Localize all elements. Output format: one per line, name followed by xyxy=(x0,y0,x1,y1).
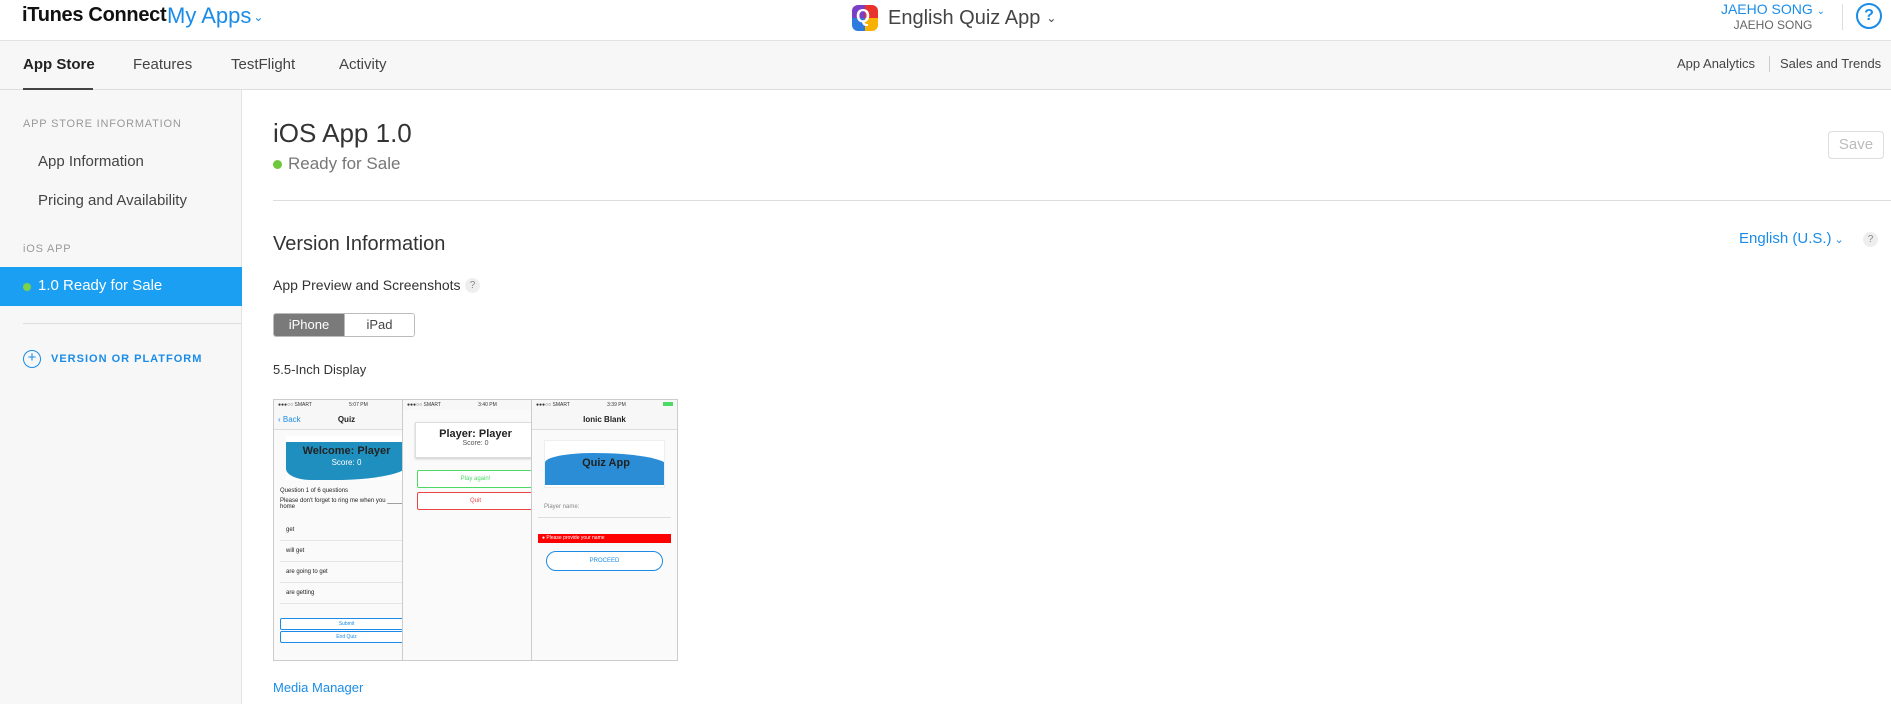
top-bar: iTunes Connect My Apps⌄ English Quiz App… xyxy=(0,0,1891,40)
screenshot-score[interactable]: ●●●○○ SMART 3:40 PM Player: Player Score… xyxy=(402,399,549,661)
sidebar-item-version[interactable]: 1.0 Ready for Sale xyxy=(0,267,242,306)
add-version-button[interactable]: + VERSION OR PLATFORM xyxy=(23,350,202,368)
my-apps-label: My Apps xyxy=(167,3,252,28)
tab-features[interactable]: Features xyxy=(133,56,192,73)
tab-testflight[interactable]: TestFlight xyxy=(231,56,295,73)
nav-bar: Ionic Blank xyxy=(532,410,677,430)
nav-bar: ‹ Back Quiz xyxy=(274,410,419,430)
help-icon[interactable]: ? xyxy=(1863,232,1878,247)
chevron-down-icon: ⌄ xyxy=(1046,11,1057,25)
app-name: English Quiz App xyxy=(888,6,1041,29)
media-manager-link[interactable]: Media Manager xyxy=(273,680,363,695)
status-badge: Ready for Sale xyxy=(273,154,400,174)
add-version-label: VERSION OR PLATFORM xyxy=(51,353,203,365)
sidebar: APP STORE INFORMATION App Information Pr… xyxy=(0,90,242,704)
user-menu[interactable]: JAEHO SONG ⌄ JAEHO SONG xyxy=(1718,1,1828,32)
player-card: Player: Player Score: 0 xyxy=(415,422,536,458)
score-text: Score: 0 xyxy=(462,440,489,447)
device-toggle: iPhone iPad xyxy=(273,313,415,337)
logo-text: Quiz App xyxy=(582,457,630,469)
sales-and-trends-link[interactable]: Sales and Trends xyxy=(1780,56,1881,71)
carrier: ●●●○○ SMART xyxy=(278,402,312,408)
status-bar: ●●●○○ SMART 3:40 PM xyxy=(403,400,548,410)
status-bar: ●●●○○ SMART 5:07 PM xyxy=(274,400,419,410)
score-text: Score: 0 xyxy=(331,458,362,467)
tab-activity[interactable]: Activity xyxy=(339,56,387,73)
battery-icon xyxy=(663,402,673,406)
status-text: Ready for Sale xyxy=(288,154,401,173)
screenshot-start[interactable]: ●●●○○ SMART 3:39 PM Ionic Blank Quiz App… xyxy=(531,399,678,661)
app-icon xyxy=(852,5,878,31)
error-message: ● Please provide your name xyxy=(538,534,671,543)
divider xyxy=(1769,56,1770,72)
question-text: Please don't forget to ring me when you … xyxy=(280,498,404,510)
sidebar-item-label: 1.0 Ready for Sale xyxy=(38,277,163,294)
sidebar-section-app-store-info: APP STORE INFORMATION xyxy=(23,118,182,130)
brand-title[interactable]: iTunes Connect xyxy=(22,4,167,27)
section-title: Version Information xyxy=(273,233,446,255)
language-label: English (U.S.) xyxy=(1739,230,1832,247)
chevron-down-icon: ⌄ xyxy=(1816,6,1826,17)
app-analytics-link[interactable]: App Analytics xyxy=(1677,56,1755,71)
time: 5:07 PM xyxy=(349,402,368,408)
user-name: JAEHO SONG xyxy=(1720,1,1813,17)
status-bar: ●●●○○ SMART 3:39 PM xyxy=(532,400,677,410)
answer-option: get xyxy=(280,520,413,541)
player-text: Player: Player xyxy=(439,428,512,440)
end-quiz-button: End Quiz xyxy=(280,631,413,643)
nav-title: Quiz xyxy=(337,415,356,424)
sidebar-section-ios-app: iOS APP xyxy=(23,243,72,255)
proceed-button: PROCEED xyxy=(546,551,663,571)
player-name-field: Player name: xyxy=(538,504,671,518)
my-apps-menu[interactable]: My Apps ⌄ xyxy=(167,3,263,29)
back-link: ‹ Back xyxy=(278,415,301,424)
page-title: iOS App 1.0 xyxy=(273,118,412,148)
display-size-label: 5.5-Inch Display xyxy=(273,362,367,377)
plus-circle-icon: + xyxy=(23,350,41,368)
chevron-down-icon: ⌄ xyxy=(253,10,264,25)
preview-title: App Preview and Screenshots xyxy=(273,277,461,293)
screenshot-quiz[interactable]: ●●●○○ SMART 5:07 PM ‹ Back Quiz Welcome:… xyxy=(273,399,420,661)
question-number: Question 1 of 6 questions xyxy=(280,488,349,494)
user-team: JAEHO SONG xyxy=(1733,18,1813,32)
submit-button: Submit xyxy=(280,618,413,630)
status-dot xyxy=(23,283,31,291)
app-switcher[interactable]: English Quiz App ⌄ xyxy=(852,4,1056,32)
chevron-down-icon: ⌄ xyxy=(1834,234,1844,246)
time: 3:39 PM xyxy=(607,402,626,408)
language-selector[interactable]: English (U.S.) ⌄ xyxy=(1739,230,1844,247)
main-content: iOS App 1.0 Ready for Sale Save Version … xyxy=(243,90,1891,704)
carrier: ●●●○○ SMART xyxy=(536,402,570,408)
answer-option: are going to get xyxy=(280,562,413,583)
answer-option: are getting xyxy=(280,583,413,604)
quiz-app-logo: Quiz App xyxy=(544,440,665,488)
divider xyxy=(1842,4,1843,30)
welcome-text: Welcome: Player xyxy=(302,445,391,457)
help-icon[interactable]: ? xyxy=(1856,3,1882,29)
save-button[interactable]: Save xyxy=(1828,131,1884,159)
welcome-banner: Welcome: Player Score: 0 xyxy=(285,436,408,480)
tab-bar: App Store Features TestFlight Activity A… xyxy=(0,40,1891,90)
tab-app-store[interactable]: App Store xyxy=(23,56,95,73)
answer-option: will get xyxy=(280,541,413,562)
play-again-button: Play again! xyxy=(417,470,534,488)
nav-title: Ionic Blank xyxy=(583,415,626,424)
sidebar-item-app-information[interactable]: App Information xyxy=(38,153,144,170)
time: 3:40 PM xyxy=(478,402,497,408)
divider xyxy=(273,200,1891,201)
help-icon[interactable]: ? xyxy=(465,278,480,293)
device-tab-ipad[interactable]: iPad xyxy=(344,314,414,336)
carrier: ●●●○○ SMART xyxy=(407,402,441,408)
device-tab-iphone[interactable]: iPhone xyxy=(274,314,344,336)
divider xyxy=(23,323,242,324)
sidebar-item-pricing[interactable]: Pricing and Availability xyxy=(38,192,187,209)
status-dot xyxy=(273,159,282,169)
quit-button: Quit xyxy=(417,492,534,510)
